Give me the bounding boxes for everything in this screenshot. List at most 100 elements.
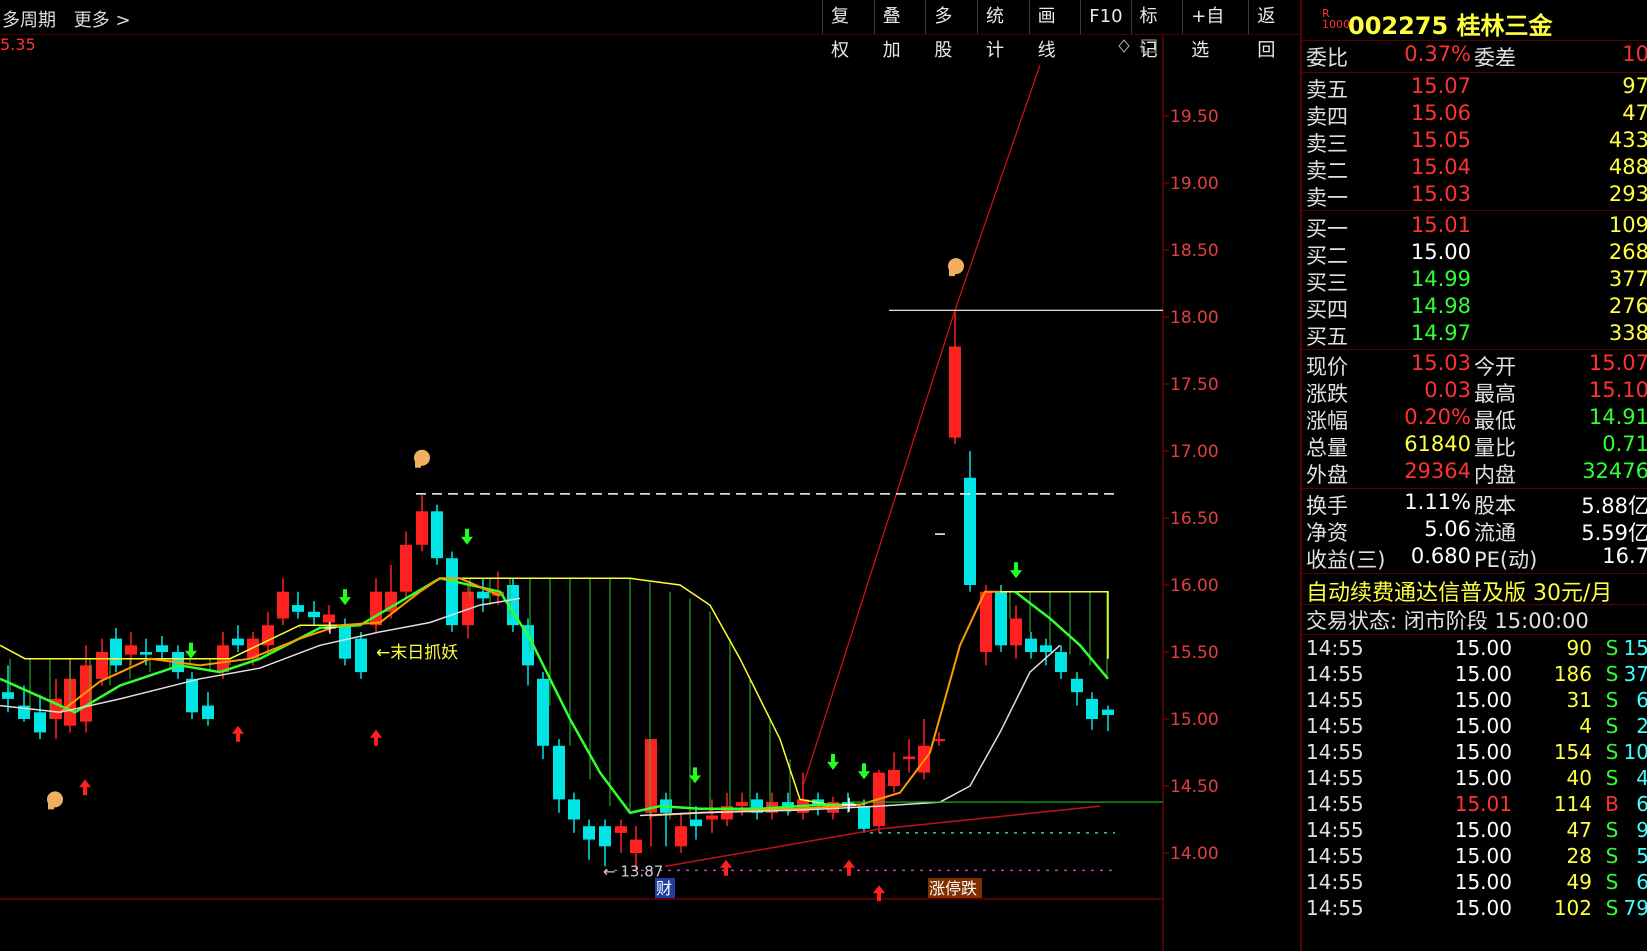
overlay-button[interactable]: 叠加: [873, 0, 926, 61]
tick-row: 14:55 15.00 40 S 4: [1302, 766, 1647, 793]
tick-volume: 102: [1553, 896, 1592, 920]
sell-row-value: 15.04: [1410, 155, 1471, 179]
f10-button[interactable]: F10: [1080, 0, 1130, 34]
ad-banner: 自动续费通达信普及版 30元/月: [1306, 581, 1613, 606]
green-ma-line: [0, 576, 860, 815]
buy-row: 买五 14.97 338: [1302, 321, 1647, 349]
sell-row-label: 卖一: [1306, 186, 1348, 210]
stat-row-label2: 最高: [1474, 382, 1516, 406]
stat-row-label: 涨跌: [1306, 382, 1348, 406]
candle-body: [156, 645, 168, 652]
candle-body: [1010, 618, 1022, 646]
candle-body: [630, 839, 642, 853]
tick-row: 14:55 15.00 154 S 10: [1302, 740, 1647, 767]
tick-time: 14:55: [1306, 688, 1364, 712]
low-price-label: ← 13.87: [603, 862, 663, 880]
tick-direction: S: [1605, 896, 1619, 920]
quote-panel: R 1000 002275 桂林三金 委比 0.37% 委差 10 卖五 15.07 97 卖…: [1300, 0, 1647, 951]
more-button[interactable]: 更多 >: [74, 10, 131, 31]
buy-row-value: 14.97: [1410, 321, 1471, 345]
tick-count: 6: [1636, 792, 1647, 816]
candle-body: [370, 591, 382, 626]
buy-arrow-icon: [232, 725, 244, 742]
tick-count: 10: [1623, 740, 1647, 764]
candle-body: [615, 826, 627, 833]
sell-row-value2: 47: [1622, 101, 1647, 125]
sell-row: 卖三 15.05 433: [1302, 128, 1647, 156]
stat-row: 现价 15.03 今开 15.07: [1302, 351, 1647, 379]
stat-row-value2: 15.07: [1588, 351, 1647, 375]
y-tick-label: 18.50: [1170, 241, 1219, 261]
candle-body: [232, 638, 244, 646]
sell-row-value2: 293: [1608, 182, 1647, 206]
y-tick-label: 17.50: [1170, 375, 1219, 395]
kline-chart-canvas[interactable]: 5.35 19.50 19.00 18.50 18.00 17.50 17.00 16.50 1…: [0, 35, 1300, 951]
divider: [1302, 488, 1647, 489]
candle-body: [416, 511, 428, 545]
multi-stock-button[interactable]: 多股: [925, 0, 977, 61]
tick-count: 79: [1623, 896, 1647, 920]
stat-row: 换手 1.11% 股本 5.88亿: [1302, 490, 1647, 518]
candle-body: [125, 645, 137, 655]
kline-chart[interactable]: 5.35 19.50 19.00 18.50 18.00 17.50 17.00 16.50 1…: [0, 35, 1300, 951]
buy-row-label: 买三: [1306, 271, 1348, 295]
stat-row-value2: 0.71: [1602, 432, 1647, 456]
tick-row: 14:55 15.00 47 S 9: [1302, 818, 1647, 845]
candle-body: [308, 611, 320, 618]
y-tick-label: 19.50: [1170, 107, 1219, 127]
tick-count: 2: [1636, 714, 1647, 738]
sell-arrow-icon: [461, 528, 473, 545]
corner-value: 5.35: [0, 35, 36, 54]
tick-count: 4: [1636, 766, 1647, 790]
mark-button[interactable]: 标记: [1130, 0, 1183, 61]
buy-arrow-icon: [370, 729, 382, 746]
stat-row: 涨幅 0.20% 最低 14.91: [1302, 405, 1647, 433]
stat-row-label2: PE(动): [1474, 548, 1538, 572]
statistics-button[interactable]: 统计: [976, 0, 1029, 61]
candle-body: [933, 739, 945, 742]
restore-rights-button[interactable]: 复权: [822, 0, 874, 61]
stat-row-label2: 量比: [1474, 436, 1516, 460]
candle-body: [706, 815, 718, 820]
candle-body: [292, 605, 304, 612]
tick-volume: 49: [1566, 870, 1592, 894]
candle-body: [96, 652, 108, 679]
candle-body: [400, 544, 412, 592]
divider: [1302, 349, 1647, 350]
tick-price: 15.00: [1454, 818, 1512, 842]
tick-price: 15.00: [1454, 844, 1512, 868]
stat-row-value: 1.11%: [1404, 490, 1471, 514]
tick-direction: S: [1605, 662, 1619, 686]
stat-row-value: 5.06: [1424, 517, 1471, 541]
stat-row-value: 61840: [1404, 432, 1471, 456]
y-tick-label: 16.00: [1170, 576, 1219, 596]
draw-line-button[interactable]: 画线: [1028, 0, 1081, 61]
candle-body: [599, 826, 611, 847]
candle-body: [949, 346, 961, 438]
back-button[interactable]: 返回: [1248, 0, 1300, 61]
weibi-row-label: 委比: [1306, 46, 1348, 70]
tick-row: 14:55 15.00 49 S 6: [1302, 870, 1647, 897]
candle-body: [903, 756, 915, 760]
stat-row-value2: 16.7: [1602, 544, 1647, 568]
buy-row-value2: 109: [1608, 213, 1647, 237]
finance-event-label: 财: [656, 879, 672, 898]
candle-body: [736, 802, 748, 807]
candle-body: [477, 591, 489, 599]
tick-volume: 90: [1566, 636, 1592, 660]
tick-direction: B: [1605, 792, 1619, 816]
add-watchlist-button[interactable]: +自选: [1182, 0, 1248, 61]
stat-row: 总量 61840 量比 0.71: [1302, 432, 1647, 460]
trend-line-red: [802, 64, 1041, 787]
stat-row-label: 收益(三): [1306, 548, 1386, 572]
y-tick-label: 15.50: [1170, 643, 1219, 663]
tick-time: 14:55: [1306, 662, 1364, 686]
weibi-row-value2: 10: [1622, 42, 1647, 66]
buy-row-label: 买一: [1306, 217, 1348, 241]
tick-time: 14:55: [1306, 714, 1364, 738]
tick-volume: 114: [1553, 792, 1592, 816]
multi-period-button[interactable]: 多周期: [2, 10, 56, 31]
tick-price: 15.00: [1454, 896, 1512, 920]
sell-row-label: 卖二: [1306, 159, 1348, 183]
divider: [1302, 210, 1647, 211]
